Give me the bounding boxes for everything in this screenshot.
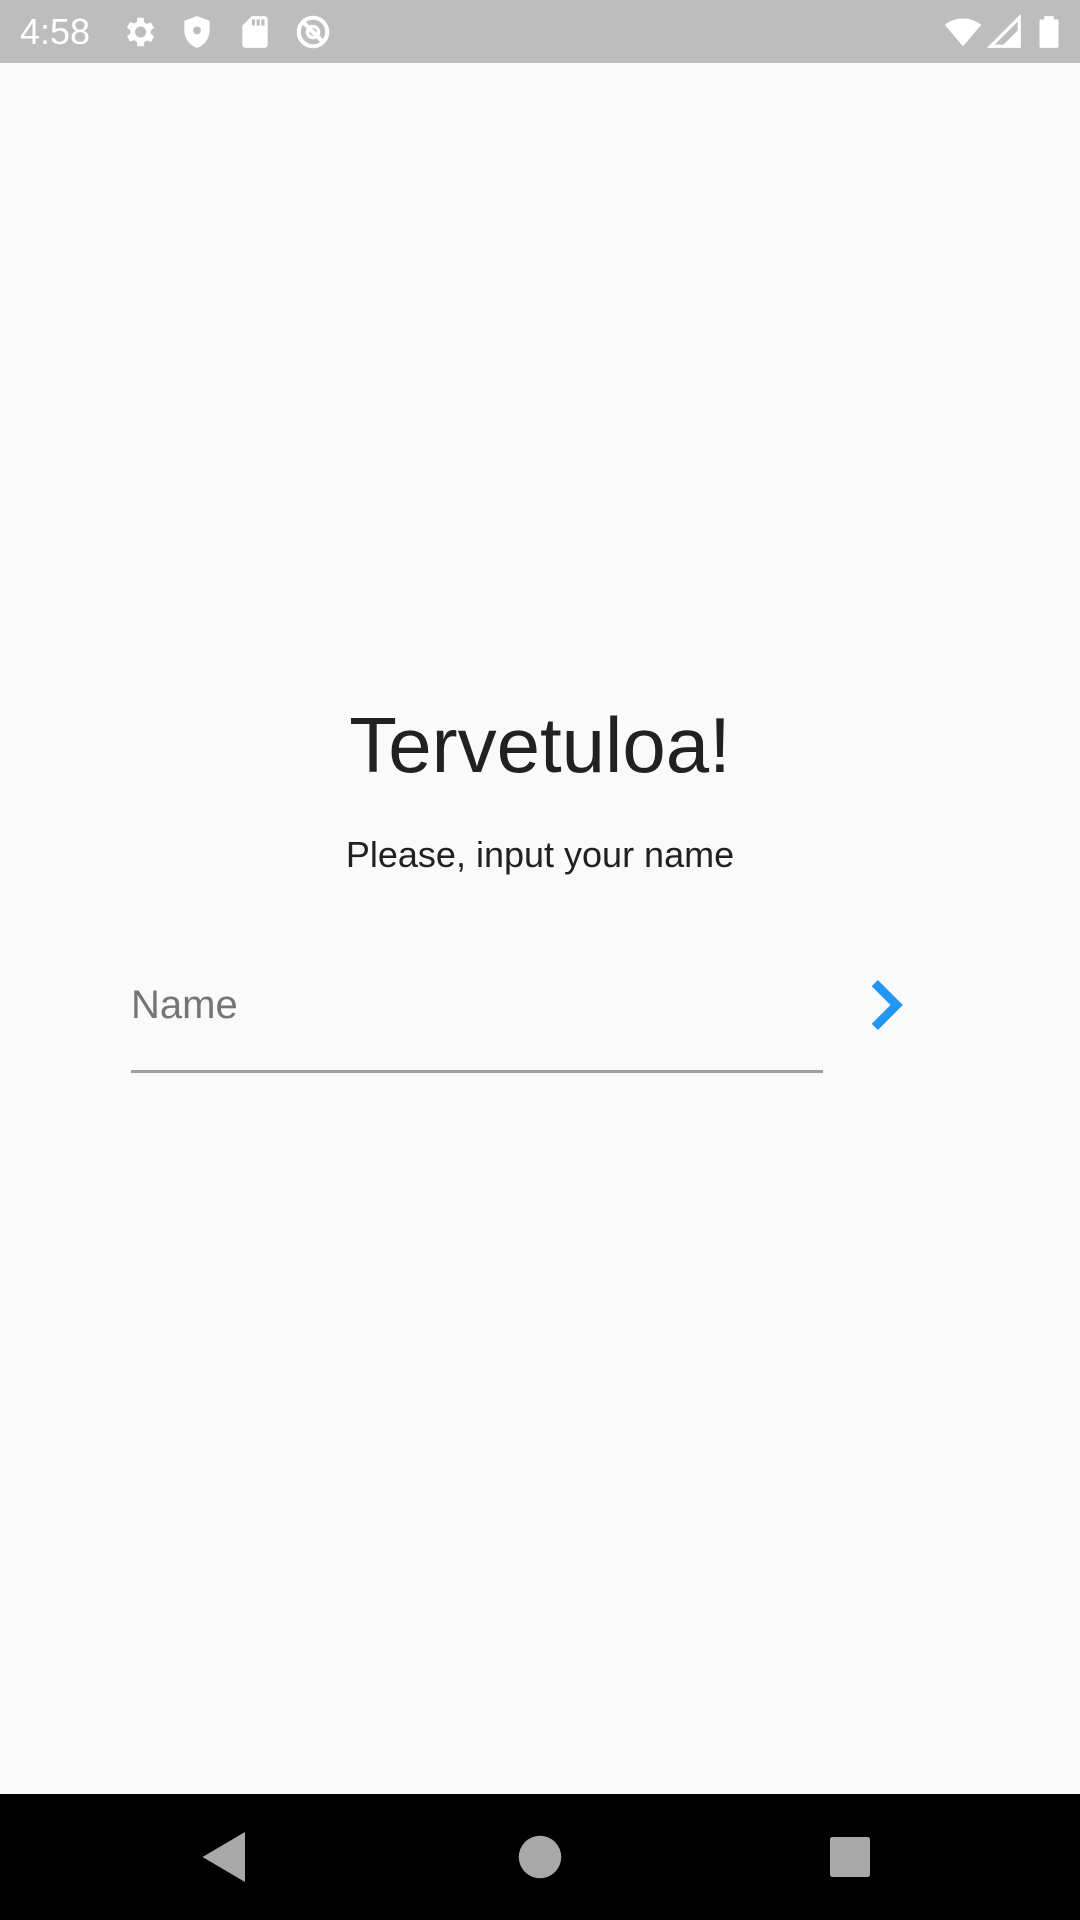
back-button[interactable] bbox=[195, 1827, 255, 1887]
cell-signal-icon bbox=[986, 13, 1024, 51]
name-field[interactable] bbox=[131, 960, 823, 1073]
sd-card-icon bbox=[236, 13, 274, 51]
welcome-subtitle: Please, input your name bbox=[345, 834, 735, 875]
do-not-disturb-icon bbox=[294, 13, 332, 51]
back-icon bbox=[202, 1832, 245, 1882]
chevron-right-icon bbox=[871, 980, 903, 1030]
name-input[interactable] bbox=[131, 970, 823, 1040]
next-button[interactable] bbox=[850, 965, 920, 1045]
settings-icon bbox=[120, 13, 158, 51]
status-time: 4:58 bbox=[20, 11, 91, 52]
battery-icon bbox=[1030, 13, 1068, 51]
navigation-bar bbox=[0, 1794, 1080, 1920]
status-bar: 4:58 bbox=[0, 0, 1080, 63]
recents-icon bbox=[830, 1837, 870, 1877]
welcome-title: Tervetuloa! bbox=[349, 701, 731, 789]
home-icon bbox=[518, 1835, 562, 1879]
home-button[interactable] bbox=[510, 1827, 570, 1887]
wifi-icon bbox=[944, 13, 982, 51]
recents-button[interactable] bbox=[820, 1827, 880, 1887]
app-screen: 4:58 Tervetuloa! Please, input your name bbox=[0, 0, 1080, 1920]
shield-icon bbox=[178, 13, 216, 51]
